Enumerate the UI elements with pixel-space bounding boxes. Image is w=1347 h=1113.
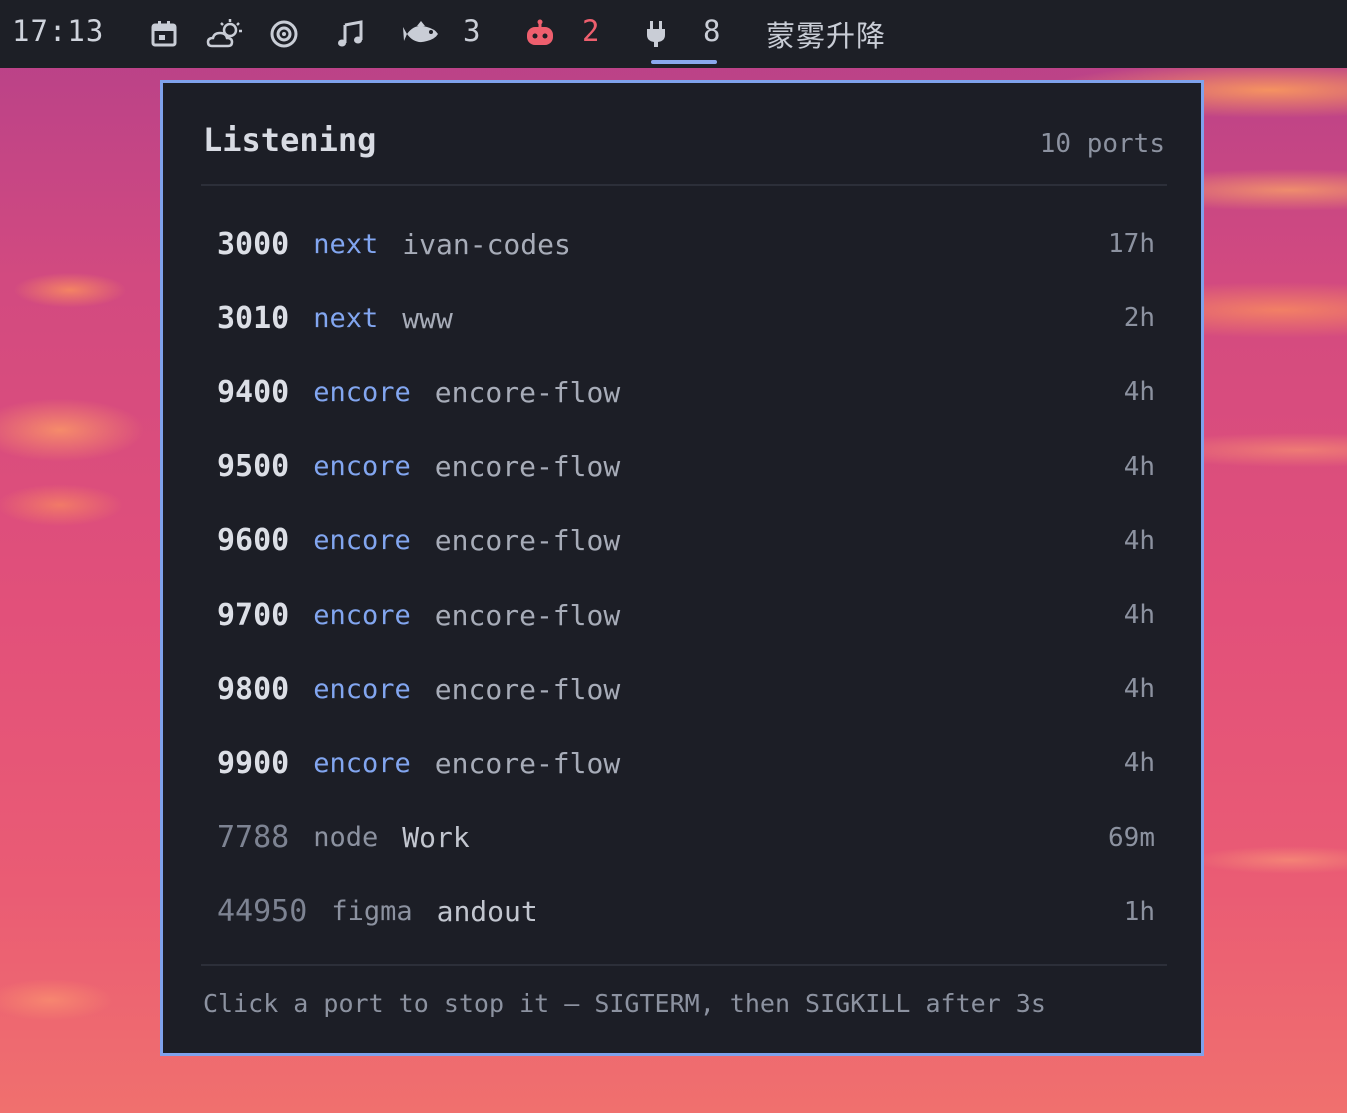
fish-icon[interactable] <box>402 14 442 54</box>
plug-icon[interactable] <box>636 14 676 54</box>
port-number: 9600 <box>217 523 290 559</box>
process-name: encore <box>313 673 411 705</box>
process-name: encore <box>313 747 411 779</box>
robot-icon[interactable] <box>520 14 560 54</box>
process-name: encore <box>313 451 411 483</box>
port-list: 3000 next ivan-codes 17h 3010 next www 2… <box>201 207 1167 949</box>
port-row-9400[interactable]: 9400 encore encore-flow 4h <box>201 355 1167 429</box>
footer-divider <box>201 964 1167 966</box>
popup-title: Listening <box>203 121 377 159</box>
port-row-9500[interactable]: 9500 encore encore-flow 4h <box>201 430 1167 504</box>
listening-ports-popup: Listening 10 ports 3000 next ivan-codes … <box>160 80 1204 1056</box>
focus-icon[interactable] <box>264 14 304 54</box>
port-number: 7788 <box>217 820 290 856</box>
project-name: encore-flow <box>434 598 621 632</box>
project-name: andout <box>436 895 538 929</box>
workspace-label[interactable]: 蒙雾升降 <box>766 13 886 55</box>
weather-icon[interactable] <box>206 14 246 54</box>
project-name: www <box>402 301 453 335</box>
project-name: encore-flow <box>434 746 621 780</box>
uptime: 1h <box>1123 896 1155 927</box>
fish-count: 3 <box>463 14 481 48</box>
process-name: encore <box>313 525 411 557</box>
footer-hint: Click a port to stop it — SIGTERM, then … <box>203 989 1046 1018</box>
process-name: next <box>313 302 379 334</box>
uptime: 4h <box>1123 451 1155 482</box>
port-number: 3000 <box>217 226 290 262</box>
port-number: 9800 <box>217 671 290 707</box>
process-name: encore <box>313 599 411 631</box>
clock[interactable]: 17:13 <box>12 14 104 48</box>
port-number: 9500 <box>217 449 290 485</box>
uptime: 2h <box>1123 303 1155 334</box>
project-name: encore-flow <box>434 375 621 409</box>
uptime: 17h <box>1108 229 1155 260</box>
project-name: encore-flow <box>434 524 621 558</box>
robot-count: 2 <box>582 14 600 48</box>
port-row-9700[interactable]: 9700 encore encore-flow 4h <box>201 578 1167 652</box>
port-number: 44950 <box>217 894 308 930</box>
port-number: 3010 <box>217 300 290 336</box>
port-row-9600[interactable]: 9600 encore encore-flow 4h <box>201 504 1167 578</box>
uptime: 4h <box>1123 748 1155 779</box>
process-name: figma <box>331 896 413 928</box>
plug-count: 8 <box>703 14 721 48</box>
port-row-9900[interactable]: 9900 encore encore-flow 4h <box>201 726 1167 800</box>
uptime: 4h <box>1123 600 1155 631</box>
port-number: 9700 <box>217 597 290 633</box>
process-name: node <box>313 822 379 854</box>
popup-header: Listening 10 ports <box>203 121 1165 171</box>
uptime: 69m <box>1108 822 1155 853</box>
port-row-44950[interactable]: 44950 figma andout 1h <box>201 875 1167 949</box>
uptime: 4h <box>1123 674 1155 705</box>
project-name: Work <box>402 821 470 855</box>
uptime: 4h <box>1123 377 1155 408</box>
calendar-icon[interactable] <box>144 14 184 54</box>
port-row-9800[interactable]: 9800 encore encore-flow 4h <box>201 652 1167 726</box>
header-divider <box>201 184 1167 186</box>
port-count: 10 ports <box>1039 129 1165 159</box>
project-name: ivan-codes <box>402 227 571 261</box>
active-indicator <box>651 60 717 64</box>
top-bar: 17:13 3 2 8 蒙雾升降 <box>0 0 1347 68</box>
project-name: encore-flow <box>434 672 621 706</box>
port-number: 9400 <box>217 374 290 410</box>
project-name: encore-flow <box>434 450 621 484</box>
process-name: encore <box>313 376 411 408</box>
port-row-3010[interactable]: 3010 next www 2h <box>201 281 1167 355</box>
music-icon[interactable] <box>330 14 370 54</box>
port-row-3000[interactable]: 3000 next ivan-codes 17h <box>201 207 1167 281</box>
process-name: next <box>313 228 379 260</box>
port-row-7788[interactable]: 7788 node Work 69m <box>201 801 1167 875</box>
uptime: 4h <box>1123 525 1155 556</box>
port-number: 9900 <box>217 745 290 781</box>
